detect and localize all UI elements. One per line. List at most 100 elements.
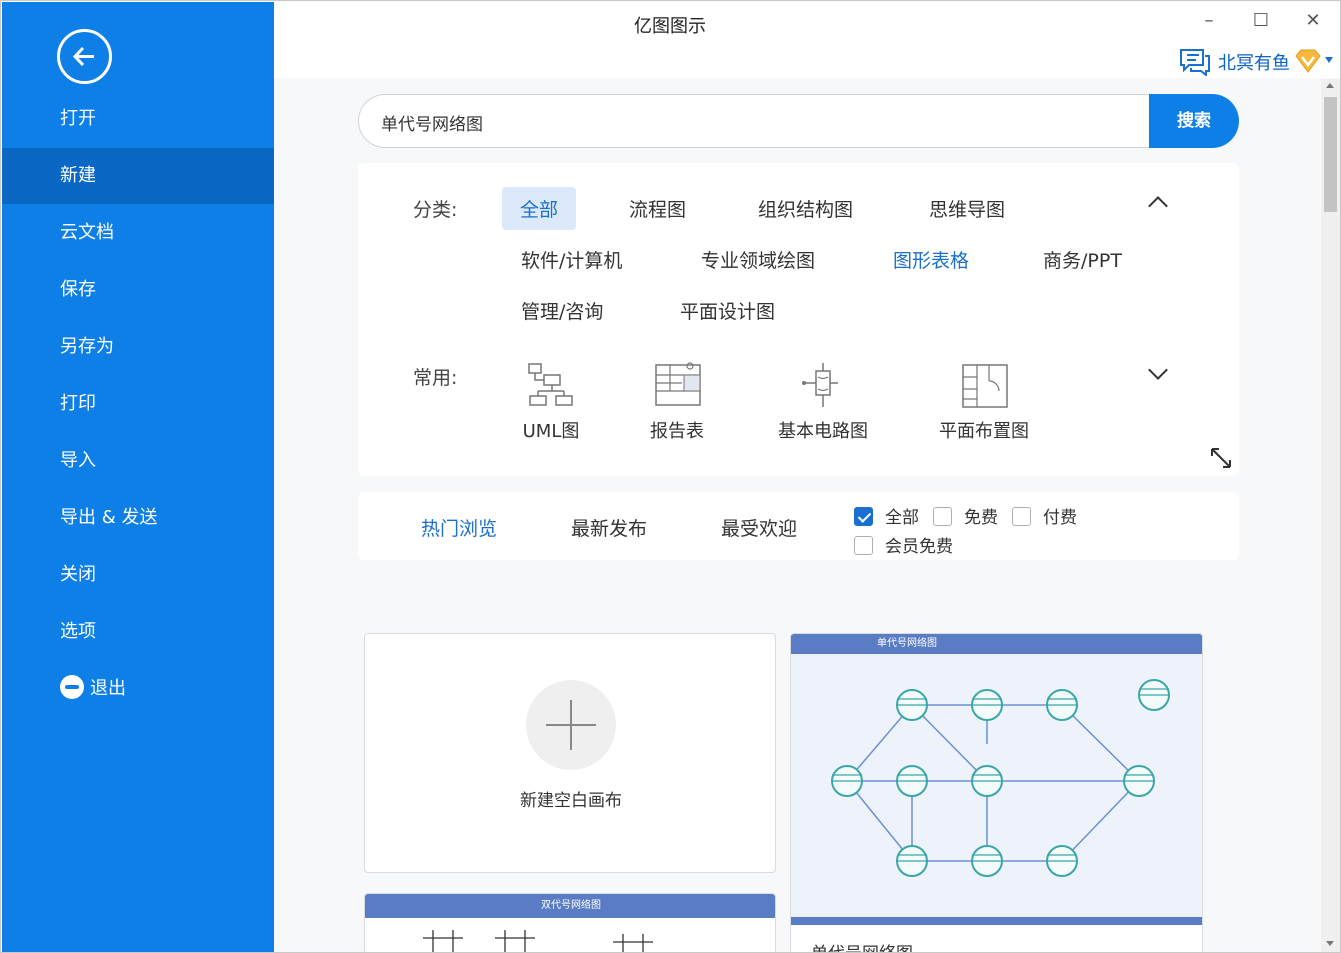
category-software[interactable]: 软件/计算机 bbox=[521, 246, 622, 273]
search-button[interactable]: 搜索 bbox=[1149, 94, 1239, 148]
sidebar-item-export-send[interactable]: 导出 & 发送 bbox=[2, 490, 274, 546]
sidebar-item-save[interactable]: 保存 bbox=[2, 262, 274, 318]
category-business-ppt[interactable]: 商务/PPT bbox=[1043, 246, 1122, 273]
collapse-chevron-up-icon[interactable] bbox=[1148, 196, 1168, 216]
filter-label: 会员免费 bbox=[885, 537, 953, 557]
common-floor-plan[interactable]: 平面布置图 bbox=[934, 361, 1034, 443]
common-item-label: 基本电路图 bbox=[778, 421, 868, 442]
network-diagram-preview bbox=[831, 679, 1170, 877]
user-name[interactable]: 北冥有鱼 bbox=[1218, 49, 1290, 75]
common-label: 常用: bbox=[413, 367, 458, 389]
tab-latest[interactable]: 最新发布 bbox=[571, 514, 647, 541]
template-name: 单代号网络图 bbox=[811, 939, 913, 952]
category-label: 分类: bbox=[413, 199, 458, 221]
close-button[interactable]: ✕ bbox=[1298, 8, 1328, 34]
minus-circle-icon bbox=[60, 675, 84, 699]
double-network-preview bbox=[423, 930, 653, 952]
sidebar-item-label: 选项 bbox=[60, 621, 96, 642]
category-graphic-design[interactable]: 平面设计图 bbox=[680, 297, 775, 324]
template-footer-bar bbox=[791, 917, 1202, 925]
common-item-label: UML图 bbox=[522, 421, 580, 442]
common-item-label: 平面布置图 bbox=[939, 421, 1029, 442]
common-uml[interactable]: UML图 bbox=[516, 361, 586, 443]
arrow-left-icon bbox=[72, 46, 94, 67]
sidebar-item-label: 退出 bbox=[90, 678, 126, 699]
sidebar-item-new[interactable]: 新建 bbox=[2, 148, 274, 204]
sidebar-item-label: 云文档 bbox=[60, 222, 114, 243]
category-management[interactable]: 管理/咨询 bbox=[521, 297, 603, 324]
sidebar-item-label: 导入 bbox=[60, 450, 96, 471]
app-title: 亿图图示 bbox=[634, 16, 706, 37]
filter-all[interactable]: 全部 bbox=[854, 503, 919, 528]
filter-label: 付费 bbox=[1043, 508, 1077, 528]
back-button[interactable] bbox=[57, 29, 112, 84]
minimize-button[interactable]: – bbox=[1194, 8, 1224, 34]
maximize-button[interactable]: ☐ bbox=[1246, 8, 1276, 34]
sidebar-item-label: 打印 bbox=[60, 393, 96, 414]
filter-free-checkbox[interactable] bbox=[933, 507, 952, 526]
sidebar: 打开 新建 云文档 保存 另存为 打印 导入 导出 & 发送 关闭 选项 退出 bbox=[2, 2, 274, 952]
category-panel: 分类: 全部 流程图 组织结构图 思维导图 软件/计算机 专业领域绘图 图形表格… bbox=[358, 163, 1239, 476]
scroll-thumb[interactable] bbox=[1324, 97, 1337, 212]
category-mind-map[interactable]: 思维导图 bbox=[929, 195, 1005, 222]
sidebar-item-options[interactable]: 选项 bbox=[2, 604, 274, 660]
filter-member-free-checkbox[interactable] bbox=[854, 536, 873, 555]
category-all[interactable]: 全部 bbox=[502, 187, 577, 230]
sidebar-item-open[interactable]: 打开 bbox=[2, 91, 274, 147]
new-blank-canvas-card[interactable]: 新建空白画布 bbox=[364, 633, 776, 873]
user-menu-caret-icon[interactable] bbox=[1325, 57, 1333, 63]
scroll-down-icon[interactable] bbox=[1326, 941, 1334, 946]
vertical-scrollbar[interactable] bbox=[1321, 79, 1340, 952]
fullscreen-expand-icon[interactable] bbox=[1209, 446, 1233, 470]
filter-free[interactable]: 免费 bbox=[933, 503, 998, 528]
sidebar-item-label: 保存 bbox=[60, 279, 96, 300]
template-header-title: 单代号网络图 bbox=[877, 638, 937, 649]
category-graphic-tables[interactable]: 图形表格 bbox=[893, 246, 969, 273]
titlebar: 亿图图示 – ☐ ✕ 北冥有鱼 bbox=[274, 2, 1340, 78]
scroll-up-icon[interactable] bbox=[1326, 83, 1334, 88]
filter-all-checkbox[interactable] bbox=[854, 507, 873, 526]
common-circuit[interactable]: 基本电路图 bbox=[768, 361, 878, 443]
sidebar-item-label: 关闭 bbox=[60, 564, 96, 585]
category-professional[interactable]: 专业领域绘图 bbox=[701, 246, 815, 273]
floor-plan-icon bbox=[962, 364, 1008, 408]
search-input[interactable] bbox=[381, 109, 1121, 135]
filter-label: 免费 bbox=[964, 508, 998, 528]
sidebar-item-print[interactable]: 打印 bbox=[2, 376, 274, 432]
search-box bbox=[358, 94, 1150, 148]
category-org-chart[interactable]: 组织结构图 bbox=[758, 195, 853, 222]
sidebar-item-label: 另存为 bbox=[60, 336, 114, 357]
sidebar-item-close[interactable]: 关闭 bbox=[2, 547, 274, 603]
sidebar-item-import[interactable]: 导入 bbox=[2, 433, 274, 489]
template-header: 双代号网络图 bbox=[365, 894, 775, 918]
report-table-icon bbox=[655, 362, 701, 406]
plus-icon bbox=[526, 680, 616, 770]
sidebar-item-label: 新建 bbox=[60, 165, 96, 186]
app-window: 打开 新建 云文档 保存 另存为 打印 导入 导出 & 发送 关闭 选项 退出 … bbox=[0, 0, 1341, 953]
expand-chevron-down-icon[interactable] bbox=[1148, 360, 1168, 380]
new-blank-canvas-label: 新建空白画布 bbox=[520, 791, 622, 811]
template-preview bbox=[791, 654, 1202, 917]
template-header-title: 双代号网络图 bbox=[541, 900, 601, 911]
tab-popular[interactable]: 热门浏览 bbox=[421, 514, 497, 541]
common-item-label: 报告表 bbox=[650, 421, 704, 442]
template-card-double-network[interactable]: 双代号网络图 bbox=[364, 893, 776, 952]
filter-paid-checkbox[interactable] bbox=[1012, 507, 1031, 526]
uml-diagram-icon bbox=[528, 363, 573, 406]
filter-label: 全部 bbox=[885, 508, 919, 528]
filter-paid[interactable]: 付费 bbox=[1012, 503, 1077, 528]
sidebar-item-label: 导出 & 发送 bbox=[60, 507, 158, 528]
vip-diamond-icon bbox=[1295, 49, 1321, 73]
filter-member-free[interactable]: 会员免费 bbox=[854, 532, 953, 557]
feedback-chat-icon[interactable] bbox=[1179, 48, 1211, 76]
tab-favorite[interactable]: 最受欢迎 bbox=[721, 514, 797, 541]
template-card-single-network[interactable]: 单代号网络图 bbox=[790, 633, 1203, 952]
common-report[interactable]: 报告表 bbox=[642, 361, 712, 443]
sidebar-item-exit[interactable]: 退出 bbox=[2, 661, 274, 717]
sidebar-item-cloud-docs[interactable]: 云文档 bbox=[2, 205, 274, 261]
category-flowchart[interactable]: 流程图 bbox=[629, 195, 686, 222]
sidebar-item-label: 打开 bbox=[60, 108, 96, 129]
sidebar-item-save-as[interactable]: 另存为 bbox=[2, 319, 274, 375]
circuit-diagram-icon bbox=[802, 363, 838, 407]
template-header: 单代号网络图 bbox=[791, 634, 1202, 654]
